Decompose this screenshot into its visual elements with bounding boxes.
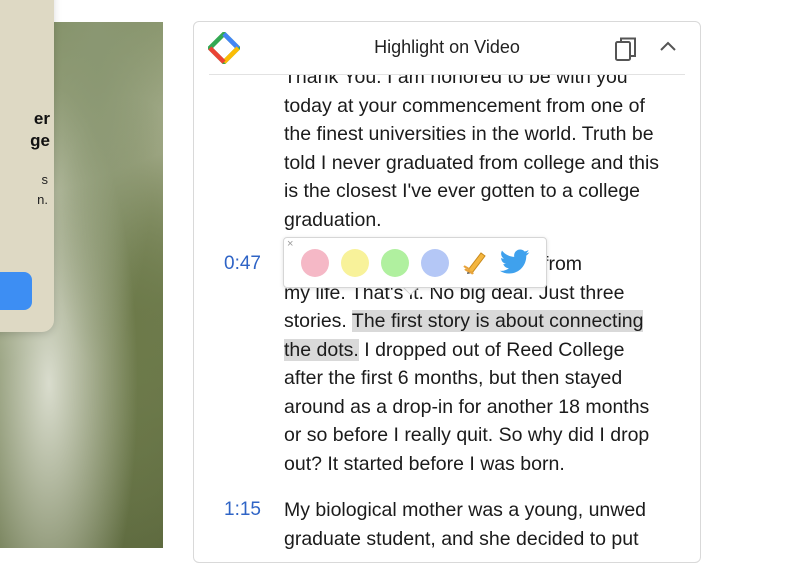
color-swatch-green[interactable] <box>381 249 409 277</box>
highlight-panel: Highlight on Video Thank You. I am honor… <box>193 21 701 563</box>
write-note-icon[interactable] <box>462 248 490 276</box>
color-swatch-yellow[interactable] <box>341 249 369 277</box>
dialog-heading-fragment: er ge <box>30 109 50 150</box>
text-line: out? It started before I was born. <box>284 452 565 475</box>
transcript-list: Thank You. I am honored to be with you t… <box>194 75 700 562</box>
text-line: Thank You. I am honored to be with you <box>284 75 628 88</box>
text-line: the finest universities in the world. Tr… <box>284 123 654 145</box>
text-line: stories. The first story is about connec… <box>284 307 679 336</box>
highlight-toolbar: × <box>283 237 547 288</box>
text-span: stories. <box>284 310 352 332</box>
text-line: around as a drop-in for another 18 month… <box>284 395 650 418</box>
chevron-up-icon[interactable] <box>658 38 678 54</box>
text-span: I dropped out of Reed College <box>358 338 625 361</box>
panel-header: Highlight on Video <box>194 22 700 75</box>
text-line: after the first 6 months, but then staye… <box>284 367 623 389</box>
timestamp-link[interactable]: 0:47 <box>224 250 261 279</box>
dialog-button[interactable] <box>0 272 32 310</box>
dialog-text-fragment: s n. <box>37 172 48 207</box>
close-icon[interactable]: × <box>287 239 293 250</box>
text-line: graduate student, and she decided to put <box>284 527 639 550</box>
twitter-icon[interactable] <box>500 249 530 275</box>
segment-text[interactable]: Thank You. I am honored to be with you t… <box>284 75 679 234</box>
timestamp-link[interactable]: 1:15 <box>224 496 261 525</box>
text-line: My biological mother was a young, unwed <box>284 499 647 521</box>
color-swatch-blue[interactable] <box>421 249 449 277</box>
color-swatch-pink[interactable] <box>301 249 329 277</box>
text-line: graduation. <box>284 208 382 231</box>
text-line: told I never graduated from college and … <box>284 151 660 174</box>
segment-text[interactable]: My biological mother was a young, unwed … <box>284 496 679 553</box>
text-line: today at your commencement from one of <box>284 94 645 117</box>
text-line: is the closest I've ever gotten to a col… <box>284 180 641 202</box>
text-line: the dots. I dropped out of Reed College <box>284 336 679 365</box>
highlighted-text[interactable]: the dots. <box>284 338 359 361</box>
highlighted-text[interactable]: The first story is about connecting <box>351 310 644 332</box>
background-dialog: er ge s n. <box>0 0 54 332</box>
text-line: or so before I really quit. So why did I… <box>284 424 650 446</box>
copy-icon[interactable] <box>614 36 638 62</box>
